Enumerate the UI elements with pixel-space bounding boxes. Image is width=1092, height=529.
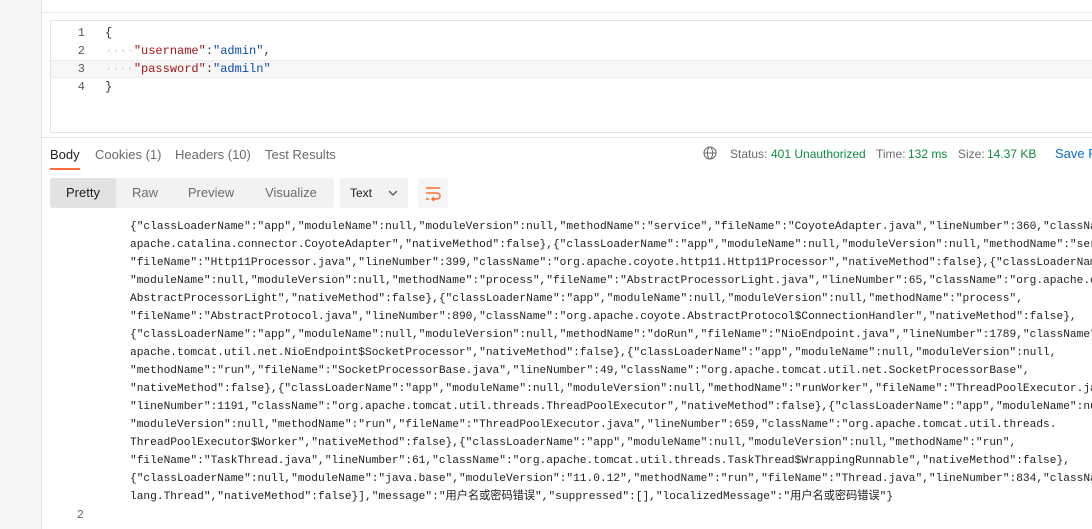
format-select[interactable]: Text xyxy=(340,178,408,208)
view-pretty-button[interactable]: Pretty xyxy=(50,178,116,208)
response-line: AbstractProcessorLight","nativeMethod":f… xyxy=(130,293,1023,305)
code-line: 4 } xyxy=(51,78,1092,96)
tab-cookies[interactable]: Cookies (1) xyxy=(95,147,161,162)
view-raw-button[interactable]: Raw xyxy=(116,178,174,208)
line-number: 3 xyxy=(77,62,85,76)
status-label: Status: xyxy=(730,147,768,161)
response-line: apache.catalina.connector.CoyoteAdapter"… xyxy=(130,239,1092,251)
code-line-active: 3 ····"password":"admiln" xyxy=(51,60,1092,78)
code-line: 1 { xyxy=(51,24,1092,42)
active-tab-indicator xyxy=(50,168,80,170)
code-text: ····"username":"admin", xyxy=(105,44,271,58)
view-mode-segmented-control: Pretty Raw Preview Visualize xyxy=(50,178,334,208)
line-number: 2 xyxy=(77,44,85,58)
code-text: } xyxy=(105,80,113,94)
response-line: "fileName":"AbstractProtocol.java","line… xyxy=(130,311,1077,323)
globe-icon[interactable] xyxy=(703,146,717,160)
response-line: "nativeMethod":false},{"classLoaderName"… xyxy=(130,383,1092,395)
response-line: "fileName":"TaskThread.java","lineNumber… xyxy=(130,455,1070,467)
view-preview-button[interactable]: Preview xyxy=(174,178,248,208)
tab-headers[interactable]: Headers (10) xyxy=(175,147,251,162)
tab-test-results[interactable]: Test Results xyxy=(265,147,336,162)
size-label: Size: xyxy=(958,147,985,161)
code-line: 2 ····"username":"admin", xyxy=(51,42,1092,60)
tab-body[interactable]: Body xyxy=(50,147,80,162)
wrap-lines-button[interactable] xyxy=(418,178,448,208)
line-number: 1 xyxy=(77,26,85,40)
chevron-down-icon xyxy=(388,178,398,219)
code-text: ····"password":"admiln" xyxy=(105,62,271,76)
line-number: 4 xyxy=(77,80,85,94)
response-body-viewer[interactable]: {"classLoaderName":"app","moduleName":nu… xyxy=(42,218,1092,529)
size-value[interactable]: 14.37 KB xyxy=(987,147,1036,161)
code-text: { xyxy=(105,26,113,40)
time-label: Time: xyxy=(876,147,906,161)
left-sidebar-strip xyxy=(0,0,42,529)
wrap-lines-icon xyxy=(426,187,441,202)
response-line: lang.Thread","nativeMethod":false}],"mes… xyxy=(130,491,894,503)
line-number: 2 xyxy=(76,508,84,522)
response-line: "fileName":"Http11Processor.java","lineN… xyxy=(130,257,1092,269)
top-bar xyxy=(42,0,1092,13)
save-response-button[interactable]: Save R xyxy=(1055,146,1092,161)
response-line: {"classLoaderName":null,"moduleName":"ja… xyxy=(130,473,1092,485)
response-line: "moduleVersion":null,"methodName":"run",… xyxy=(130,419,1057,431)
response-line: "lineNumber":1191,"className":"org.apach… xyxy=(130,401,1092,413)
format-select-value: Text xyxy=(350,186,373,200)
response-line: {"classLoaderName":"app","moduleName":nu… xyxy=(130,329,1092,341)
section-divider xyxy=(42,137,1092,138)
request-body-editor[interactable]: 1 { 2 ····"username":"admin", 3 ····"pas… xyxy=(50,20,1092,133)
status-value[interactable]: 401 Unauthorized xyxy=(771,147,866,161)
response-line: apache.tomcat.util.net.NioEndpoint$Socke… xyxy=(130,347,1057,359)
time-value[interactable]: 132 ms xyxy=(908,147,947,161)
view-visualize-button[interactable]: Visualize xyxy=(248,178,334,208)
response-line: "methodName":"run","fileName":"SocketPro… xyxy=(130,365,1030,377)
response-line: {"classLoaderName":"app","moduleName":nu… xyxy=(130,221,1092,233)
response-line: ThreadPoolExecutor$Worker","nativeMethod… xyxy=(130,437,1017,449)
response-line: "moduleName":null,"moduleVersion":null,"… xyxy=(130,275,1092,287)
